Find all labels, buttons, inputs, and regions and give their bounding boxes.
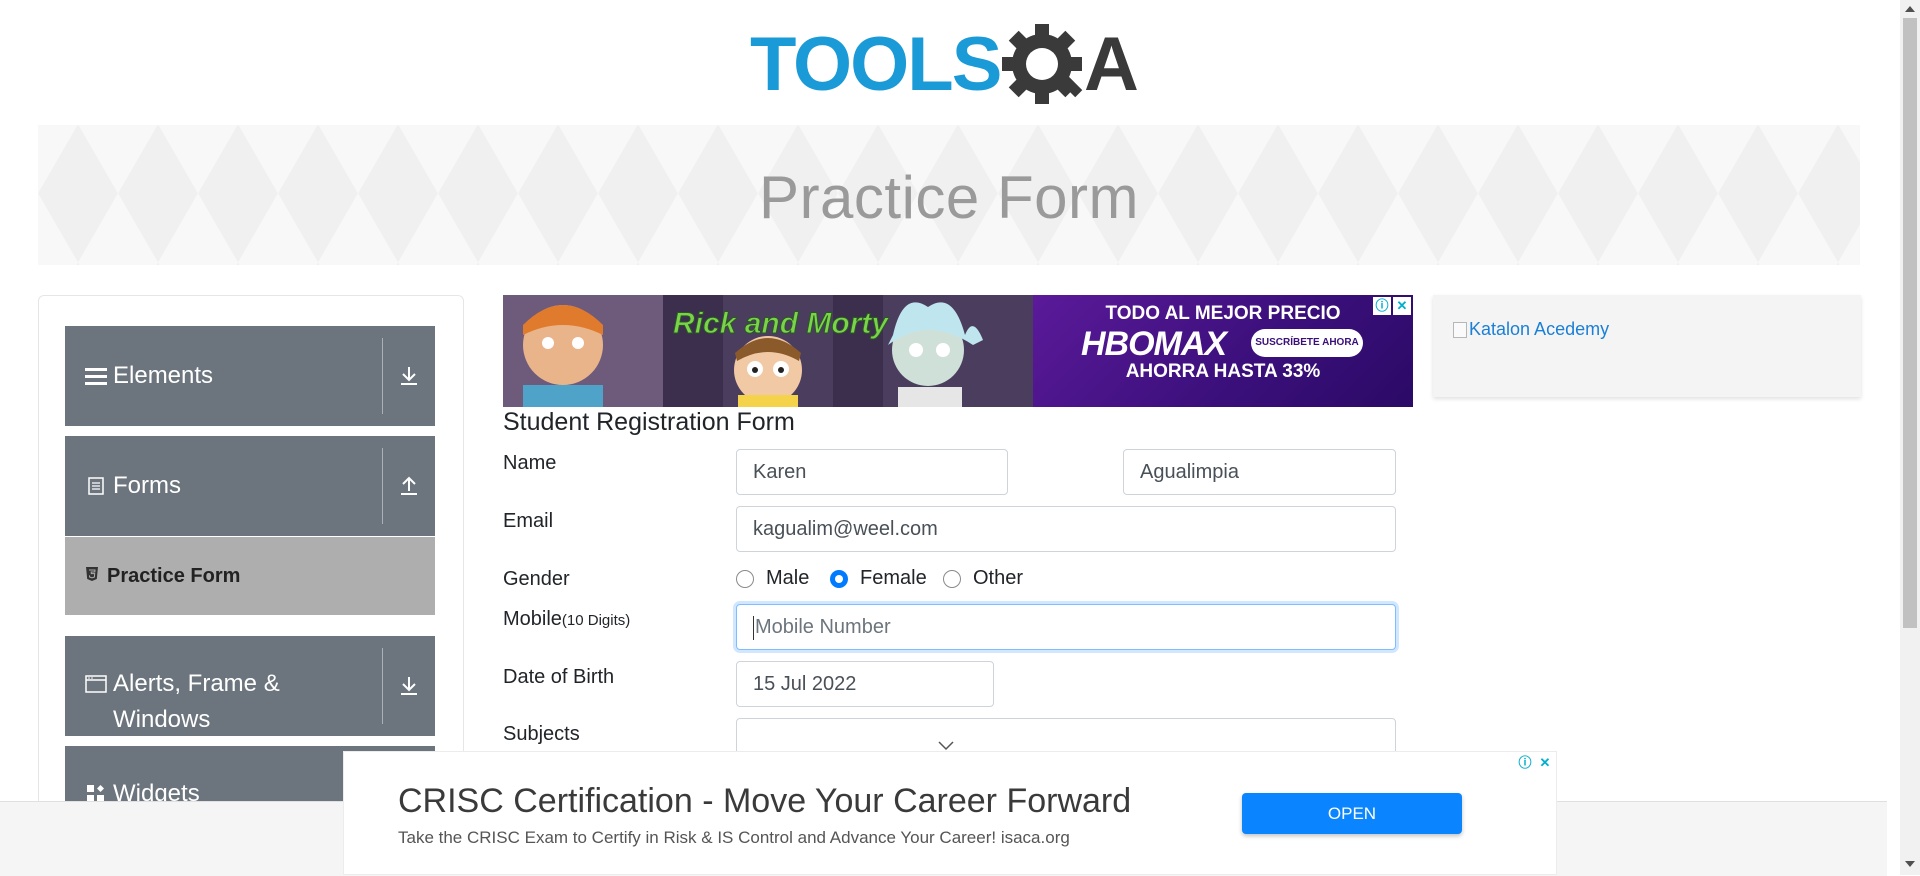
sidebar-group-forms[interactable]: Forms [65,436,435,536]
mobile-hint: (10 Digits) [561,612,631,629]
ad-image: Rick and Morty [503,295,1033,407]
ad-title[interactable]: CRISC Certification - Move Your Career F… [398,782,1131,821]
katalon-ad-link[interactable]: Katalon Acedemy [1453,319,1609,340]
radio-label[interactable]: Male [766,567,809,590]
last-name-input[interactable]: Agualimpia [1123,449,1396,495]
sidebar-group-label: Forms [113,472,181,499]
adchoices-icon[interactable]: ⓘ [1373,297,1391,315]
sidebar-group-alerts[interactable]: Alerts, Frame & Windows [65,636,435,736]
ad-subscribe-button[interactable]: SUSCRÍBETE AHORA [1251,329,1363,357]
katalon-ad-text: Katalon Acedemy [1469,319,1610,339]
crisc-advertisement[interactable]: CRISC Certification - Move Your Career F… [343,751,1557,875]
radio-label[interactable]: Other [973,567,1023,590]
gender-radio-male[interactable]: Male [736,567,809,590]
sidebar-group-elements[interactable]: Elements [65,326,435,426]
scrollbar-thumb[interactable] [1903,18,1917,628]
scroll-up-arrow-icon[interactable] [1904,3,1916,15]
text-cursor [753,615,754,640]
email-label: Email [503,510,554,532]
ad-open-button[interactable]: OPEN [1242,793,1462,834]
form-title: Student Registration Form [503,408,795,436]
radio-button[interactable] [736,569,754,588]
window-icon [85,673,107,695]
ad-badges: ⓘ ✕ [1373,297,1411,315]
radio-label[interactable]: Female [860,567,927,590]
gender-radio-female[interactable]: Female [830,567,927,590]
katalon-ad[interactable]: Katalon Acedemy [1433,295,1861,397]
first-name-input[interactable]: Karen [736,449,1008,495]
divider [382,648,383,724]
sidebar-item-label: Practice Form [107,564,241,587]
sidebar-item-practice-form[interactable]: Practice Form [65,537,435,615]
email-input[interactable]: kagualim@weel.com [736,506,1396,552]
broken-image-icon [1453,321,1467,338]
name-label: Name [503,452,557,474]
date-of-birth-input[interactable]: 15 Jul 2022 [736,661,994,707]
sidebar-group-label: Alerts, Frame & Windows [113,670,280,733]
hamburger-icon [85,365,107,387]
html5-icon [85,566,99,587]
ad-badges: ⓘ ✕ [1516,754,1554,772]
close-icon[interactable]: ✕ [1393,297,1411,315]
close-icon[interactable]: ✕ [1536,754,1554,772]
page-header-banner: Practice Form [38,125,1860,265]
radio-button-selected[interactable] [830,569,848,588]
ad-hbomax: TODO AL MEJOR PRECIO HBOMAX SUSCRÍBETE A… [1033,295,1413,407]
gender-label: Gender [503,568,570,590]
ad-description[interactable]: Take the CRISC Exam to Certify in Risk &… [398,828,1070,848]
mobile-placeholder: Mobile Number [755,616,891,638]
divider [382,448,383,524]
gender-radio-other[interactable]: Other [943,567,1023,590]
document-icon [85,475,107,497]
svg-text:TOOLS: TOOLS [750,22,1000,107]
radio-button[interactable] [943,569,961,588]
page-title: Practice Form [759,164,1139,231]
adchoices-icon[interactable]: ⓘ [1516,754,1534,772]
ad-headline: TODO AL MEJOR PRECIO [1105,303,1341,324]
download-icon[interactable] [393,360,425,392]
mobile-label: Mobile(10 Digits) [503,608,631,630]
toolsqa-logo[interactable]: TOOLS A [750,18,1156,114]
ad-logo-text: Rick and Morty [673,307,889,340]
vertical-scrollbar[interactable] [1900,0,1920,875]
mobile-input[interactable]: Mobile Number [736,604,1396,650]
upload-icon[interactable] [393,470,425,502]
advertisement-banner[interactable]: Rick and Morty TODO AL MEJOR PRECIO HBOM… [503,295,1413,407]
download-icon[interactable] [393,670,425,702]
sidebar-group-label: Elements [113,362,214,389]
divider [382,338,383,414]
scroll-down-arrow-icon[interactable] [1904,858,1916,870]
svg-text:A: A [1084,22,1139,107]
ad-subline: AHORRA HASTA 33% [1125,361,1321,382]
dob-label: Date of Birth [503,666,615,688]
subjects-label: Subjects [503,723,580,745]
ad-brand: HBOMAX [1081,325,1227,363]
